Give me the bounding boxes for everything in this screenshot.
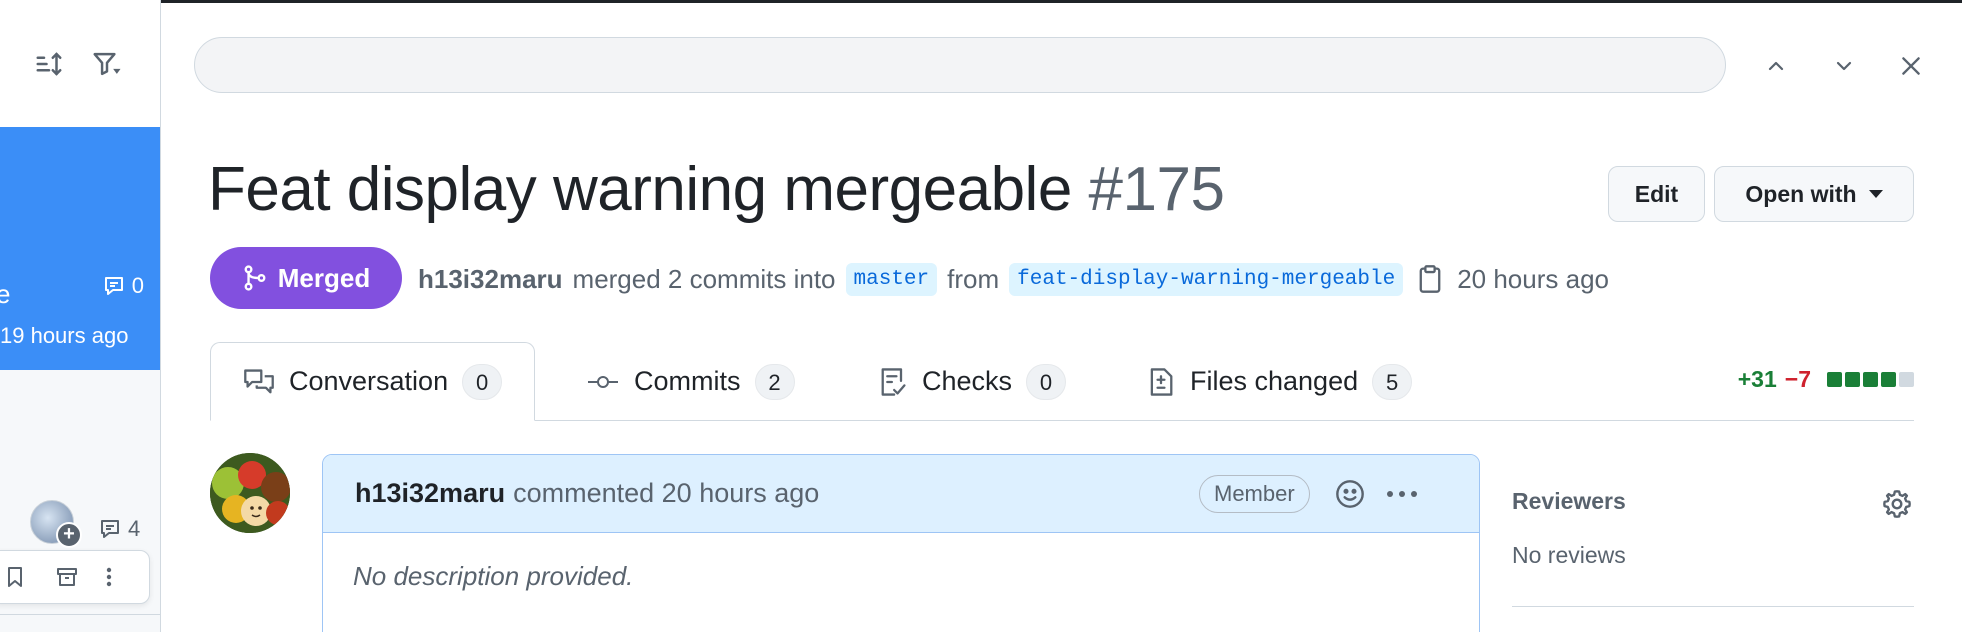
tab-conversation[interactable]: Conversation 0	[210, 342, 536, 421]
sidebar: e 0 19 hours ago + 4	[0, 0, 161, 632]
file-diff-icon	[1146, 366, 1176, 398]
comment-icon	[101, 520, 119, 538]
reviewers-value: No reviews	[1512, 542, 1626, 568]
tab-count: 0	[462, 363, 503, 400]
open-with-button-label: Open with	[1745, 180, 1857, 207]
role-badge: Member	[1199, 475, 1310, 513]
sidebar-item-comment-count: 0	[131, 273, 144, 298]
bookmark-icon[interactable]	[1, 563, 29, 591]
close-button[interactable]	[1893, 48, 1929, 84]
reviewers-heading: Reviewers	[1512, 488, 1626, 514]
sidebar-toolbar	[0, 0, 160, 127]
diffstat-block-neutral	[1899, 372, 1914, 387]
search-input[interactable]	[194, 37, 1726, 93]
divider	[1512, 606, 1914, 607]
tab-label: Checks	[922, 366, 1013, 396]
diffstat-blocks	[1827, 372, 1914, 387]
comment-body: No description provided.	[353, 561, 634, 591]
tab-files-changed[interactable]: Files changed 5	[1146, 342, 1413, 421]
pr-meta: h13i32maru merged 2 commits into master …	[418, 258, 1609, 300]
checklist-icon	[878, 366, 908, 398]
diffstat: +31 −7	[1738, 366, 1914, 393]
previous-button[interactable]	[1758, 48, 1794, 84]
avatar[interactable]	[210, 453, 290, 533]
author-link[interactable]: h13i32maru	[418, 264, 563, 295]
tab-count: 0	[1026, 363, 1067, 400]
deletions-count: −7	[1784, 366, 1811, 392]
additions-count: +31	[1737, 366, 1777, 392]
tab-checks[interactable]: Checks 0	[878, 342, 1067, 421]
pr-number: #175	[1088, 155, 1225, 224]
tab-label: Conversation	[289, 366, 449, 396]
next-button[interactable]	[1826, 48, 1862, 84]
pr-title: Feat display warning mergeable	[208, 155, 1072, 224]
add-reaction-button[interactable]	[1331, 475, 1369, 513]
tab-count: 2	[754, 363, 795, 400]
head-branch[interactable]: feat-display-warning-mergeable	[1009, 262, 1404, 296]
sidebar-item-time: 19 hours ago	[0, 323, 129, 348]
kebab-horizontal-icon	[1387, 491, 1417, 497]
diffstat-block-added	[1845, 372, 1860, 387]
sidebar-item-comment-count: 4	[128, 516, 141, 541]
page-title: Feat display warning mergeable #175	[208, 154, 1225, 225]
status-label: Merged	[277, 262, 371, 293]
sidebar-item-comments: 4	[98, 516, 140, 542]
sidebar-item-comments: 0	[102, 273, 144, 299]
caret-down-icon	[1868, 190, 1883, 198]
reviewers-settings-button[interactable]	[1880, 487, 1914, 521]
sidebar-item-title: e	[0, 279, 10, 310]
tab-count: 5	[1372, 363, 1413, 400]
copy-icon[interactable]	[1417, 264, 1443, 294]
comment-options-button[interactable]	[1383, 475, 1421, 513]
comment: h13i32maru commented 20 hours ago Member…	[322, 454, 1480, 632]
smiley-icon	[1336, 480, 1364, 508]
diffstat-block-added	[1827, 372, 1842, 387]
archive-icon[interactable]	[53, 563, 81, 591]
tab-label: Commits	[634, 366, 741, 396]
divider	[0, 614, 160, 615]
gear-icon	[1883, 490, 1911, 518]
sidebar-item-actions	[0, 550, 150, 604]
close-icon	[1902, 57, 1920, 75]
comments-icon	[243, 367, 275, 397]
comment-header: h13i32maru commented 20 hours ago Member	[323, 455, 1479, 533]
chevron-up-icon	[1768, 61, 1784, 71]
window-top-border	[0, 0, 1962, 3]
filter-icon[interactable]	[91, 48, 123, 80]
kebab-menu-icon[interactable]	[95, 563, 123, 591]
pr-time: 20 hours ago	[1457, 263, 1609, 294]
diffstat-block-added	[1881, 372, 1896, 387]
commit-icon	[586, 370, 620, 394]
tab-commits[interactable]: Commits 2	[586, 342, 795, 421]
from-text: from	[947, 263, 1000, 294]
plus-icon: +	[56, 522, 82, 548]
comment-icon	[104, 277, 123, 295]
sort-icon[interactable]	[33, 48, 65, 80]
edit-button-label: Edit	[1634, 180, 1679, 207]
chevron-down-icon	[1836, 61, 1852, 71]
open-with-button[interactable]: Open with	[1714, 166, 1914, 222]
diffstat-block-added	[1863, 372, 1878, 387]
git-merge-icon	[244, 265, 266, 291]
edit-button[interactable]: Edit	[1608, 166, 1705, 222]
tab-label: Files changed	[1190, 366, 1359, 396]
comment-timestamp[interactable]: commented 20 hours ago	[513, 478, 819, 509]
base-branch[interactable]: master	[845, 262, 938, 296]
merge-text: merged 2 commits into	[572, 263, 836, 294]
comment-author[interactable]: h13i32maru	[355, 478, 505, 509]
status-badge: Merged	[210, 247, 402, 309]
sidebar-item-active[interactable]: e 0 19 hours ago	[0, 127, 160, 370]
